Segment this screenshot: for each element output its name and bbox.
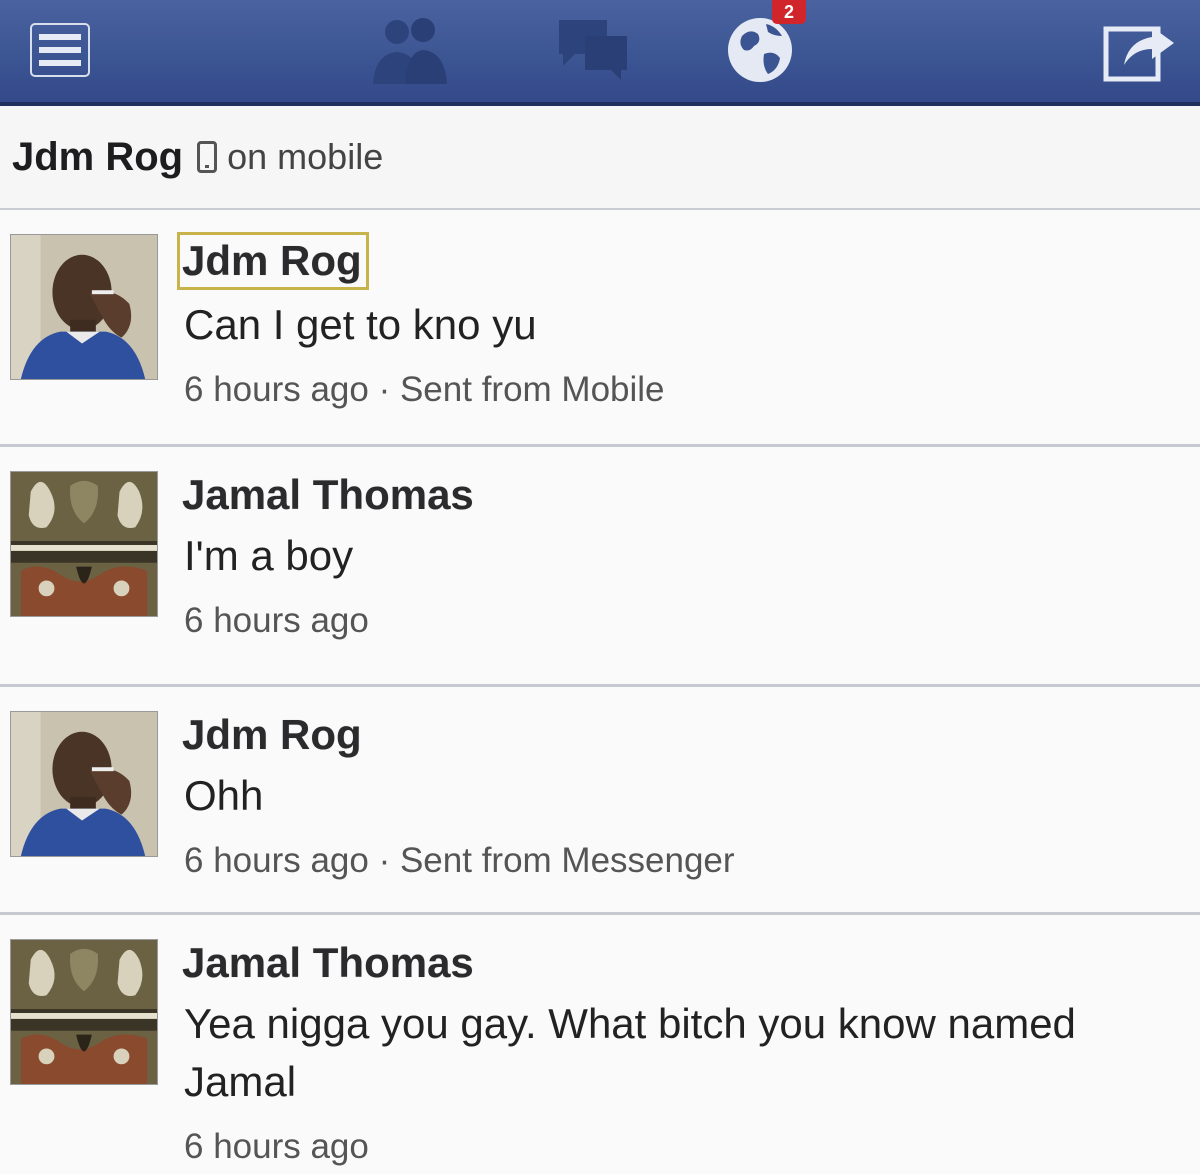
avatar[interactable] (10, 234, 158, 380)
notification-count-badge: 2 (772, 0, 806, 24)
conversation-header: Jdm Rog on mobile (0, 106, 1200, 210)
share-icon (1103, 26, 1174, 82)
sender-name[interactable]: Jamal Thomas (180, 469, 478, 521)
message-text: I'm a boy (184, 532, 354, 579)
avatar[interactable] (10, 471, 158, 617)
menu-icon (30, 23, 90, 77)
message-text: Yea nigga you gay. What bitch you know n… (184, 1000, 1076, 1105)
message-text: Ohh (184, 772, 264, 819)
messages-icon (559, 20, 627, 80)
menu-button[interactable] (10, 0, 110, 100)
message-text: Can I get to kno yu (184, 301, 537, 348)
conversation-title[interactable]: Jdm Rog (12, 135, 183, 180)
message-item: Jdm Rog Ohh 6 hours ago · Sent from Mess… (0, 687, 1200, 915)
message-meta: 6 hours ago · Sent from Mobile (184, 370, 665, 409)
message-item: Jamal Thomas Yea nigga you gay. What bit… (0, 915, 1200, 1174)
sender-name[interactable]: Jdm Rog (177, 232, 369, 290)
friend-requests-icon (373, 18, 447, 84)
message-meta: 6 hours ago (184, 601, 369, 640)
message-item: Jamal Thomas I'm a boy 6 hours ago (0, 447, 1200, 687)
friend-requests-button[interactable] (350, 0, 470, 100)
message-meta: 6 hours ago · Sent from Messenger (184, 841, 735, 880)
sender-name[interactable]: Jdm Rog (180, 709, 366, 761)
message-meta: 6 hours ago (184, 1127, 369, 1166)
share-button[interactable] (1085, 0, 1195, 100)
mobile-phone-icon (197, 141, 218, 173)
top-nav-bar: 2 (0, 0, 1200, 106)
sender-name[interactable]: Jamal Thomas (180, 937, 478, 989)
avatar[interactable] (10, 711, 158, 857)
avatar[interactable] (10, 939, 158, 1085)
presence-status: on mobile (227, 136, 384, 177)
messages-button[interactable] (530, 0, 650, 100)
notifications-button[interactable]: 2 (700, 0, 820, 100)
message-item: Jdm Rog Can I get to kno yu 6 hours ago … (0, 210, 1200, 447)
message-list: Jdm Rog Can I get to kno yu 6 hours ago … (0, 210, 1200, 1174)
messenger-screen: 2 Jdm Rog on mobile Jdm Rog Can I get to… (0, 0, 1200, 1174)
